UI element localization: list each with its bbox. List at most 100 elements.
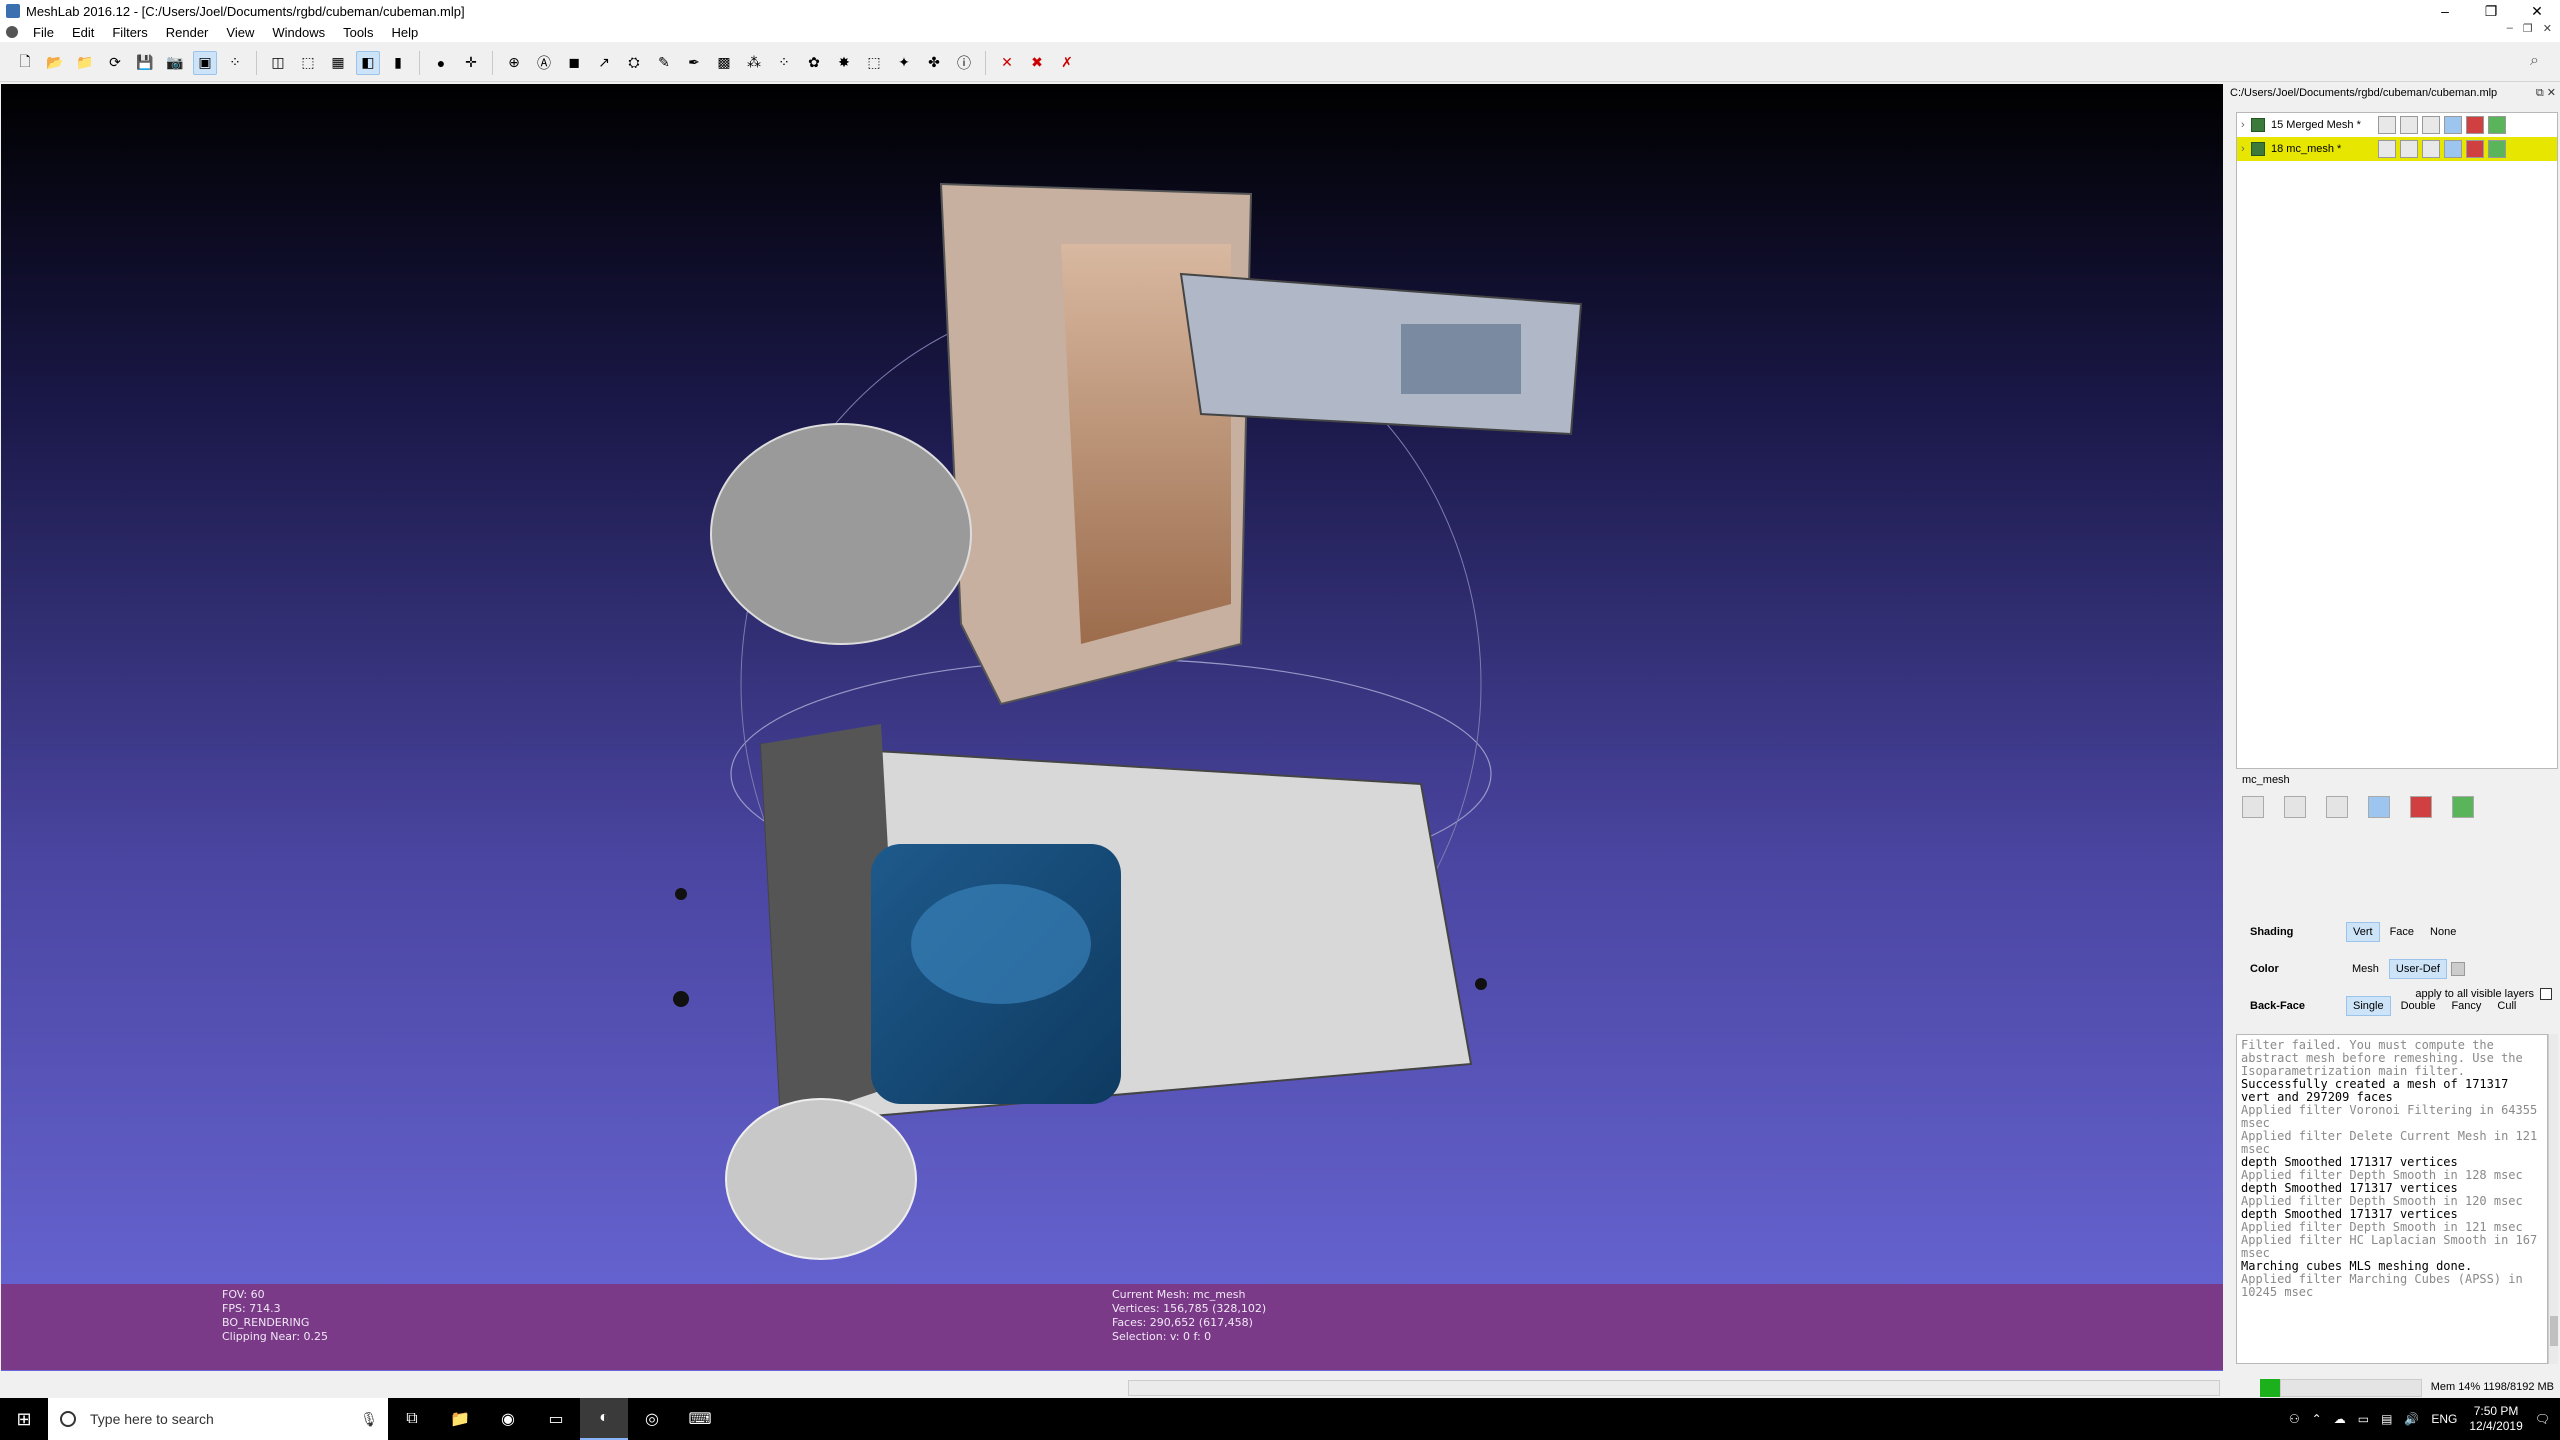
tab-points[interactable] [2284, 796, 2306, 818]
taskbar-clock[interactable]: 7:50 PM 12/4/2019 [2469, 1404, 2522, 1434]
new-icon[interactable]: 🗋 [13, 51, 37, 75]
points-toggle-icon[interactable] [2400, 116, 2418, 134]
wireframe-icon[interactable]: ◫ [266, 51, 290, 75]
people-icon[interactable]: ⚇ [2289, 1412, 2300, 1426]
menu-windows[interactable]: Windows [263, 25, 334, 40]
menu-render[interactable]: Render [157, 25, 218, 40]
3d-viewport[interactable] [1, 84, 2223, 1371]
delete-faces-icon[interactable]: ✖ [1025, 51, 1049, 75]
manipulator-icon[interactable]: ↗ [592, 51, 616, 75]
bbox-toggle-icon[interactable] [2378, 116, 2396, 134]
layer-item-merged-mesh[interactable]: › 15 Merged Mesh * [2237, 113, 2557, 137]
wire-toggle-icon[interactable] [2422, 140, 2440, 158]
select-region-icon[interactable]: ⬚ [862, 51, 886, 75]
open-project-icon[interactable]: 📂 [43, 51, 67, 75]
trackball-icon[interactable]: ✛ [459, 51, 483, 75]
smooth-icon[interactable]: ◧ [356, 50, 380, 75]
annotation-icon[interactable]: Ⓐ [532, 51, 556, 75]
delete-vertices-icon[interactable]: ✗ [1055, 51, 1079, 75]
fill-toggle-icon[interactable] [2444, 140, 2462, 158]
file-explorer-icon[interactable]: 📁 [436, 1398, 484, 1440]
select-connected-icon[interactable]: ⁂ [742, 51, 766, 75]
log-window[interactable]: Filter failed. You must compute the abst… [2236, 1034, 2548, 1364]
measure-icon[interactable]: ⊕ [502, 51, 526, 75]
menu-help[interactable]: Help [382, 25, 427, 40]
flat-icon[interactable]: ▦ [326, 51, 350, 75]
log-scrollbar[interactable] [2548, 1034, 2558, 1364]
network-icon[interactable]: ▤ [2381, 1412, 2392, 1426]
task-view-icon[interactable]: ⧉ [388, 1398, 436, 1440]
hidden-lines-icon[interactable]: ⬚ [296, 51, 320, 75]
layer-item-mc-mesh[interactable]: › 18 mc_mesh * [2237, 137, 2557, 161]
light-icon[interactable]: ● [429, 51, 453, 75]
tray-chevron-icon[interactable]: ⌃ [2312, 1412, 2322, 1426]
color-userdef-option[interactable]: User-Def [2388, 959, 2447, 979]
info-icon[interactable]: ⓘ [952, 51, 976, 75]
menu-view[interactable]: View [217, 25, 263, 40]
terminal-icon[interactable]: ▭ [532, 1398, 580, 1440]
tab-fill[interactable] [2368, 796, 2390, 818]
tab-bbox[interactable] [2242, 796, 2264, 818]
texture-paint-icon[interactable]: ✿ [802, 51, 826, 75]
menu-edit[interactable]: Edit [63, 25, 103, 40]
cloud-icon[interactable]: ☁ [2334, 1412, 2346, 1426]
render-toggle-icon[interactable] [2488, 116, 2506, 134]
pickpoints-icon[interactable]: ✎ [652, 51, 676, 75]
visibility-icon[interactable] [2251, 118, 2265, 132]
points-icon[interactable]: ⁘ [223, 51, 247, 75]
paint-icon[interactable]: ⛭ [622, 51, 646, 75]
align-icon[interactable]: ◼ [562, 51, 586, 75]
shading-none-option[interactable]: None [2424, 923, 2462, 941]
menu-tools[interactable]: Tools [334, 25, 382, 40]
select-faces-icon[interactable]: ✒ [682, 51, 706, 75]
color-swatch[interactable] [2450, 962, 2465, 976]
z-paint-icon[interactable]: ⁘ [772, 51, 796, 75]
meshlab-taskbar-icon[interactable]: ◐ [580, 1398, 628, 1440]
cmd-icon[interactable]: ⌨ [676, 1398, 724, 1440]
bounding-box-icon[interactable]: ▣ [193, 50, 217, 75]
chrome-icon[interactable]: ◉ [484, 1398, 532, 1440]
battery-icon[interactable]: ▭ [2358, 1412, 2369, 1426]
panel-float-close-buttons[interactable]: ⧉ ✕ [2536, 86, 2556, 100]
delete-selection-icon[interactable]: ✕ [995, 51, 1019, 75]
app-icon[interactable]: ◎ [628, 1398, 676, 1440]
explosion-icon[interactable]: ✸ [832, 51, 856, 75]
texture-icon[interactable]: ▮ [386, 51, 410, 75]
fill-toggle-icon[interactable] [2444, 116, 2462, 134]
volume-icon[interactable]: 🔊 [2404, 1412, 2419, 1426]
reload-icon[interactable]: ⟳ [103, 51, 127, 75]
render-toggle-icon[interactable] [2488, 140, 2506, 158]
wire-toggle-icon[interactable] [2422, 116, 2440, 134]
log-scroll-thumb[interactable] [2550, 1316, 2558, 1346]
bbox-toggle-icon[interactable] [2378, 140, 2396, 158]
color-mesh-option[interactable]: Mesh [2346, 960, 2385, 978]
fill-icon[interactable]: ✦ [892, 51, 916, 75]
snapshot-icon[interactable]: 📷 [163, 51, 187, 75]
windows-start-icon[interactable]: ⊞ [0, 1398, 48, 1440]
open-icon[interactable]: 📁 [73, 51, 97, 75]
taskbar-search-box[interactable]: Type here to search 🎙 [48, 1398, 388, 1440]
texture-toggle-icon[interactable] [2466, 116, 2484, 134]
expand-arrow-icon[interactable]: › [2241, 143, 2251, 155]
restore-button[interactable]: ❐ [2468, 0, 2514, 22]
tab-wireframe[interactable] [2326, 796, 2348, 818]
tab-texture[interactable] [2410, 796, 2432, 818]
language-indicator[interactable]: ENG [2431, 1412, 2457, 1426]
points-toggle-icon[interactable] [2400, 140, 2418, 158]
select-vertices-icon[interactable]: ▩ [712, 51, 736, 75]
notifications-icon[interactable]: 🗨 [2535, 1412, 2550, 1426]
expand-arrow-icon[interactable]: › [2241, 119, 2251, 131]
shading-face-option[interactable]: Face [2384, 923, 2420, 941]
document-menu-icon[interactable] [6, 26, 18, 38]
visibility-icon[interactable] [2251, 142, 2265, 156]
backface-single-option[interactable]: Single [2346, 996, 2391, 1016]
texture-toggle-icon[interactable] [2466, 140, 2484, 158]
shading-vert-option[interactable]: Vert [2346, 922, 2380, 942]
apply-all-checkbox[interactable] [2540, 988, 2552, 1000]
save-icon[interactable]: 💾 [133, 51, 157, 75]
menu-filters[interactable]: Filters [103, 25, 156, 40]
mdi-close-button[interactable]: ✕ [2543, 22, 2552, 35]
toolbar-search-icon[interactable]: ⌕ [2530, 52, 2552, 74]
minimize-button[interactable]: – [2422, 0, 2468, 22]
menu-file[interactable]: File [24, 25, 63, 40]
